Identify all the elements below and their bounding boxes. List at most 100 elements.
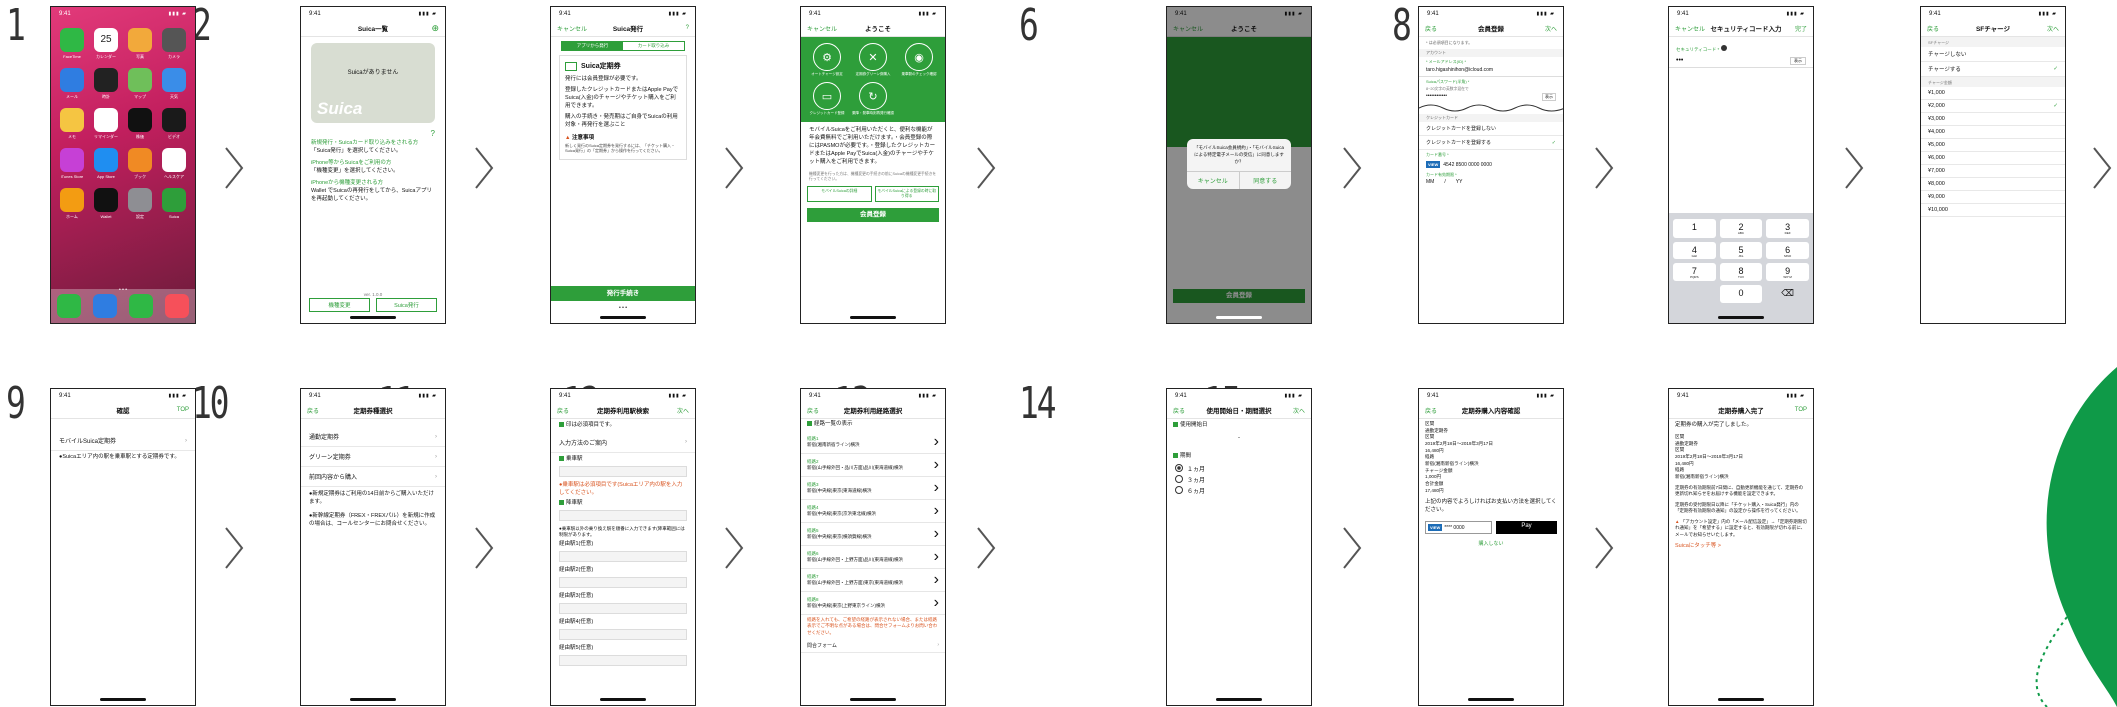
via-station-input[interactable] [559,602,687,614]
member-register-button[interactable]: 会員登録 [807,207,939,222]
registration-info-button[interactable]: モバイルSuicaによる登録の時に取り得る [874,185,939,202]
back-button[interactable]: 戻る [307,406,327,415]
app-icon[interactable]: Wallet [91,188,121,220]
route-row[interactable]: 経路4 新宿(中央線)東京(京浜東北線)横浜 › [801,500,945,523]
dialog-cancel-button[interactable]: キャンセル [1187,172,1240,190]
pass-type-row[interactable]: 通勤定期券 › [301,427,445,447]
keypad-key[interactable]: 6 MNO [1766,241,1809,259]
help-icon[interactable]: ? [669,25,689,31]
back-button[interactable]: 戻る [1425,406,1445,415]
top-button[interactable]: TOP [1787,407,1807,413]
app-icon[interactable]: メール [57,68,87,100]
route-row[interactable]: 経路2 新宿(山手線外回・品川方面)品川(東海道線)横浜 › [801,454,945,477]
delete-key-icon[interactable]: ⌫ [1766,285,1809,304]
tab-card-import[interactable]: カード取り込み [623,42,684,50]
password-field[interactable]: •••••••••••• [1426,93,1447,101]
dock-app-icon[interactable] [57,294,81,318]
amount-row[interactable]: ¥4,000 [1921,126,2065,139]
device-change-button[interactable]: 機種変更 [309,298,370,312]
done-button[interactable]: 完了 [1787,24,1807,33]
app-icon[interactable]: ビデオ [159,108,189,140]
keypad-key[interactable]: 8 TUV [1719,263,1763,281]
cancel-purchase-link[interactable]: 購入しない [1419,537,1563,550]
period-option[interactable]: １ヵ月 [1167,463,1311,474]
app-icon[interactable]: iTunes Store [57,148,87,180]
route-row[interactable]: 経路8 新宿(中央線)東京(上野東京ライン)横浜 › [801,592,945,615]
amount-row[interactable]: ¥9,000 [1921,191,2065,204]
route-row[interactable]: 経路3 新宿(中央線)東京(東海道線)横浜 › [801,477,945,500]
amount-row[interactable]: ¥6,000 [1921,152,2065,165]
app-icon[interactable]: メモ [57,108,87,140]
route-row[interactable]: 経路6 新宿(山手線外回・上野方面)品川(東海道線)横浜 › [801,546,945,569]
next-button[interactable]: 次へ [1285,406,1305,415]
period-option[interactable]: ６ヵ月 [1167,485,1311,496]
amount-row[interactable]: ¥8,000 [1921,178,2065,191]
top-button[interactable]: TOP [169,407,189,413]
apple-pay-button[interactable]: Pay [1496,521,1557,535]
route-row[interactable]: 経路7 新宿(山手線外回・上野方面)東京(東海道線)横浜 › [801,569,945,592]
email-field[interactable]: taro.higashinihon@icloud.com [1419,67,1563,77]
app-icon[interactable]: 写真 [125,28,155,60]
keypad-key[interactable]: 4 GHI [1673,241,1716,259]
via-station-input[interactable] [559,654,687,666]
app-icon[interactable]: 天気 [159,68,189,100]
tab-app-issue[interactable]: アプリから発行 [562,42,623,50]
security-code-field[interactable]: ••• [1676,57,1683,65]
dock-app-icon[interactable] [165,294,189,318]
cancel-button[interactable]: キャンセル [557,24,587,33]
boarding-station-input[interactable] [559,465,687,477]
start-date-value[interactable]: - [1167,433,1311,443]
keypad-key[interactable]: 2 ABC [1719,219,1763,238]
info-icon[interactable] [1720,45,1727,51]
add-icon[interactable]: ⊕ [419,23,439,34]
app-icon[interactable]: ホーム [57,188,87,220]
amount-row[interactable]: ¥10,000 [1921,204,2065,217]
amount-row[interactable]: ¥5,000 [1921,139,2065,152]
app-icon[interactable]: 時計 [91,68,121,100]
via-station-input[interactable] [559,550,687,562]
option-no-card[interactable]: クレジットカードを登録しない [1419,122,1563,136]
issue-suica-button[interactable]: Suica発行 [376,298,437,312]
issue-procedure-button[interactable]: 発行手続き [551,286,695,301]
app-icon[interactable]: App Store [91,148,121,180]
view-card-pay-button[interactable]: VIEW **** 0000 [1425,521,1492,535]
help-link[interactable]: 新規発行・Suicaカード取り込みをされる方 [311,140,435,148]
keypad-key[interactable]: 3 DEF [1766,219,1809,238]
back-button[interactable]: 戻る [557,406,577,415]
commuter-pass-row[interactable]: モバイルSuica定期券 › [51,431,195,451]
app-icon[interactable]: カメラ [159,28,189,60]
input-guide-row[interactable]: 入力方法のご案内 › [551,433,695,453]
app-icon[interactable]: ヘルスケア [159,148,189,180]
app-icon[interactable]: FaceTime [57,28,87,60]
back-button[interactable]: 戻る [807,406,827,415]
back-button[interactable]: 戻る [1173,406,1193,415]
app-icon[interactable]: Suica [159,188,189,220]
pass-type-row[interactable]: 前回内容から購入 › [301,467,445,487]
keypad-key[interactable]: 7 PQRS [1673,263,1716,281]
keypad-key[interactable]: 5 JKL [1719,241,1763,259]
option-register-card[interactable]: クレジットカードを登録する ✓ [1419,136,1563,150]
option-charge[interactable]: チャージする ✓ [1921,62,2065,77]
keypad-key[interactable]: 0 [1719,284,1763,303]
show-password-button[interactable]: 表示 [1542,93,1556,101]
next-button[interactable]: 次へ [1537,24,1557,33]
next-button[interactable]: 次へ [669,406,689,415]
app-icon[interactable]: 25 カレンダー [91,28,121,60]
cancel-button[interactable]: キャンセル [1675,24,1705,33]
show-code-button[interactable]: 表示 [1790,57,1806,65]
period-option[interactable]: ３ヵ月 [1167,474,1311,485]
keypad-key[interactable]: 1 [1673,219,1716,238]
card-number-field[interactable]: 4542 8500 0000 0000 [1443,162,1492,168]
route-row[interactable]: 経路5 新宿(中央線)東京(横須賀線)横浜 › [801,523,945,546]
pass-type-row[interactable]: グリーン定期券 › [301,447,445,467]
via-station-input[interactable] [559,628,687,640]
amount-row[interactable]: ¥3,000 [1921,113,2065,126]
next-button[interactable]: 次へ [2039,24,2059,33]
expiry-month-field[interactable]: MM [1426,179,1434,185]
expiry-year-field[interactable]: YY [1456,179,1463,185]
dock-app-icon[interactable] [93,294,117,318]
help-link[interactable]: iPhoneから機種変更される方 [311,180,435,188]
amount-row[interactable]: ¥1,000 [1921,87,2065,100]
inquiry-form-row[interactable]: 問合フォーム › [801,639,945,653]
amount-row[interactable]: ¥2,000 ✓ [1921,100,2065,113]
